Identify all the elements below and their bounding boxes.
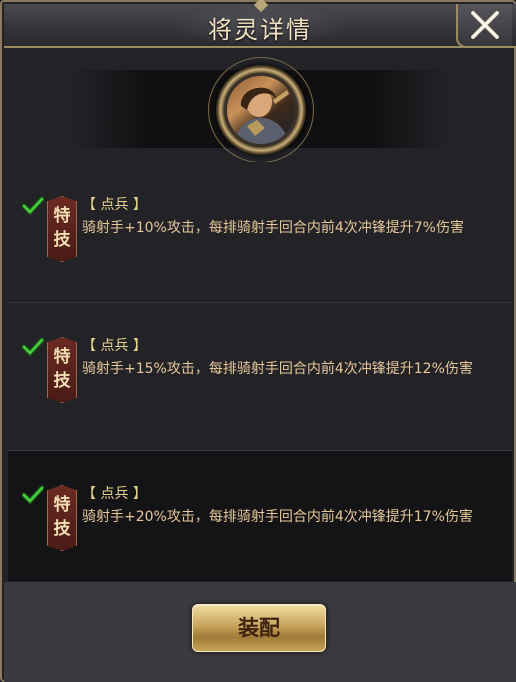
skill-row[interactable]: 特 技 【 点兵 】 骑射手+15%攻击，每排骑射手回合内前4次冲锋提升12%伤… [8, 302, 512, 443]
equip-button[interactable]: 装配 [192, 604, 326, 652]
panel-header: 将灵详情 [4, 0, 516, 48]
skill-row[interactable]: 特 技 【 点兵 】 骑射手+10%攻击，每排骑射手回合内前4次冲锋提升7%伤害 [8, 162, 512, 298]
check-icon [22, 337, 44, 357]
page-title: 将灵详情 [208, 16, 312, 44]
skill-type-badge: 特 技 [47, 337, 77, 403]
general-detail-panel: 将灵详情 特 技 【 点兵 】 骑射手+10%攻击，每排骑射手回合内前4次冲锋提… [0, 0, 516, 682]
skill-tag: 【 点兵 】 [82, 486, 147, 502]
skill-description: 骑射手+15%攻击，每排骑射手回合内前4次冲锋提升12%伤害 [82, 361, 473, 377]
check-icon [22, 196, 44, 216]
skill-tag: 【 点兵 】 [82, 338, 147, 354]
skill-description: 骑射手+10%攻击，每排骑射手回合内前4次冲锋提升7%伤害 [82, 220, 464, 236]
avatar-frame [208, 57, 314, 163]
skill-description: 骑射手+20%攻击，每排骑射手回合内前4次冲锋提升17%伤害 [82, 509, 473, 525]
skill-type-badge: 特 技 [47, 196, 77, 262]
avatar [227, 76, 295, 144]
check-icon [22, 485, 44, 505]
skill-type-badge: 特 技 [47, 485, 77, 551]
close-button[interactable] [456, 4, 512, 48]
skill-row[interactable]: 特 技 【 点兵 】 骑射手+20%攻击，每排骑射手回合内前4次冲锋提升17%伤… [8, 450, 512, 581]
close-icon [471, 11, 499, 39]
general-portrait [235, 87, 289, 144]
skill-tag: 【 点兵 】 [82, 197, 147, 213]
